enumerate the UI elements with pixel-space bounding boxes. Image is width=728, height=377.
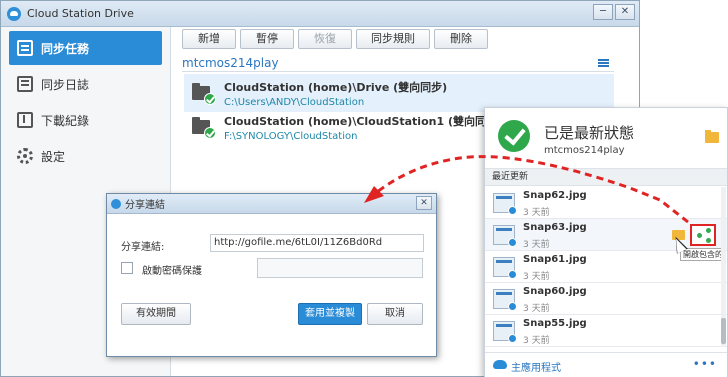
log-icon (17, 76, 33, 92)
delete-button[interactable]: 刪除 (434, 29, 488, 49)
sidebar-item-label: 設定 (41, 149, 66, 164)
close-button[interactable]: ✕ (615, 4, 635, 20)
file-time: 3 天前 (523, 336, 550, 346)
file-name: Snap63.jpg (523, 222, 587, 233)
share-link-field[interactable]: http://gofile.me/6tL0I/11Z6Bd0Rd (210, 234, 424, 252)
cloud-station-app-icon (7, 6, 21, 21)
file-item[interactable]: Snap55.jpg 3 天前 (485, 315, 727, 347)
image-file-icon (493, 225, 517, 247)
dialog-close-button[interactable]: ✕ (416, 196, 432, 210)
sidebar-item-label: 同步日誌 (41, 77, 90, 92)
cloud-icon (493, 360, 507, 369)
status-popup: 已是最新狀態 mtcmos214play 最近更新 Snap62.jpg 3 天… (484, 107, 728, 377)
minimize-button[interactable]: ─ (593, 4, 613, 20)
window-controls: ─ ✕ (593, 4, 635, 20)
hamburger-menu-icon[interactable] (598, 59, 609, 61)
image-file-icon (493, 289, 517, 311)
pause-button[interactable]: 暫停 (240, 29, 294, 49)
title-bar: Cloud Station Drive ─ ✕ (1, 1, 639, 27)
download-log-icon (17, 112, 33, 128)
scrollbar-thumb[interactable] (721, 318, 726, 344)
toolbar: 新增 暫停 恢復 同步規則 刪除 (182, 29, 488, 49)
sidebar-item-label: 下載紀錄 (41, 113, 90, 128)
image-file-icon (493, 321, 517, 343)
password-protect-label: 啟動密碼保護 (142, 266, 202, 277)
password-protect-checkbox[interactable] (121, 262, 133, 274)
share-icon-node (697, 233, 702, 238)
sync-task-icon (17, 40, 33, 56)
popup-footer: 主應用程式 ••• (485, 352, 727, 377)
window-title: Cloud Station Drive (27, 7, 134, 20)
more-options-icon[interactable]: ••• (693, 357, 717, 371)
password-field[interactable] (257, 258, 423, 278)
file-item[interactable]: Snap62.jpg 3 天前 (485, 187, 727, 219)
folder-icon (192, 83, 216, 105)
file-time: 3 天前 (523, 208, 550, 218)
sidebar-item-label: 同步任務 (41, 41, 90, 56)
image-file-icon (493, 193, 517, 215)
cancel-button[interactable]: 取消 (367, 303, 423, 325)
tooltip: 開啟包含的 (680, 248, 726, 261)
share-link-button[interactable] (690, 224, 716, 246)
dialog-title: 分享連結 (125, 200, 165, 211)
dialog-title-bar: 分享連結 (107, 194, 436, 214)
share-icon-node (706, 238, 711, 243)
synced-check-icon (204, 127, 216, 139)
task-path: C:\Users\ANDY\CloudStation (224, 96, 365, 108)
file-time: 3 天前 (523, 304, 550, 314)
divider (182, 71, 614, 72)
sidebar-item-download-log[interactable]: 下載紀錄 (9, 103, 162, 137)
status-user: mtcmos214play (544, 145, 625, 156)
server-name: mtcmos214play (182, 56, 279, 70)
task-path: F:\SYNOLOGY\CloudStation (224, 130, 358, 142)
sidebar-item-settings[interactable]: 設定 (9, 139, 162, 173)
task-name: CloudStation (home)\CloudStation1 (雙向同步) (224, 114, 503, 128)
main-app-link[interactable]: 主應用程式 (511, 359, 561, 374)
status-title: 已是最新狀態 (544, 124, 635, 142)
share-link-dialog: 分享連結 ✕ 分享連結: http://gofile.me/6tL0I/11Z6… (106, 193, 437, 357)
gear-icon (17, 148, 33, 164)
resume-button[interactable]: 恢復 (298, 29, 352, 49)
validity-period-button[interactable]: 有效期間 (121, 303, 191, 325)
open-folder-icon[interactable] (705, 130, 719, 143)
file-item[interactable]: Snap60.jpg 3 天前 (485, 283, 727, 315)
sidebar-item-sync-log[interactable]: 同步日誌 (9, 67, 162, 101)
file-name: Snap61.jpg (523, 254, 587, 265)
file-name: Snap55.jpg (523, 318, 587, 329)
sidebar-item-sync-tasks[interactable]: 同步任務 (9, 31, 162, 65)
file-time: 3 天前 (523, 272, 550, 282)
up-to-date-check-icon (498, 120, 530, 152)
synced-check-icon (204, 93, 216, 105)
file-item[interactable]: Snap63.jpg 3 天前 (485, 219, 727, 251)
recent-updates-header: 最近更新 (485, 168, 727, 186)
file-name: Snap62.jpg (523, 190, 587, 201)
share-icon (706, 228, 711, 233)
file-name: Snap60.jpg (523, 286, 587, 297)
sync-rules-button[interactable]: 同步規則 (356, 29, 430, 49)
image-file-icon (493, 257, 517, 279)
apply-and-copy-button[interactable]: 套用並複製 (298, 303, 362, 325)
file-time: 3 天前 (523, 240, 550, 250)
new-button[interactable]: 新增 (182, 29, 236, 49)
dialog-app-icon (111, 198, 121, 209)
task-name: CloudStation (home)\Drive (雙向同步) (224, 80, 448, 94)
share-link-label: 分享連結: (121, 242, 165, 253)
folder-icon (192, 117, 216, 139)
